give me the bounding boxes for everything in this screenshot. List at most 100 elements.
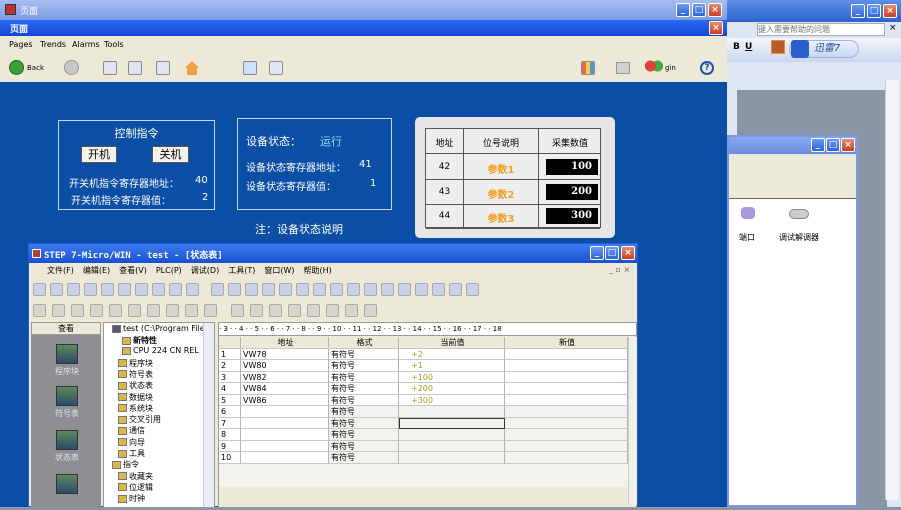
- toolbar-button-icon[interactable]: [296, 283, 309, 296]
- toolbar-button-icon[interactable]: [449, 283, 462, 296]
- port-icon[interactable]: [741, 207, 755, 219]
- toolbar-button-icon[interactable]: [152, 283, 165, 296]
- trend-icon[interactable]: [269, 61, 283, 75]
- minimize-button[interactable]: _: [851, 4, 865, 18]
- users-icon[interactable]: [645, 60, 663, 75]
- maximize-button[interactable]: □: [826, 138, 840, 152]
- tree-item[interactable]: 收藏夹: [110, 471, 153, 482]
- cell-address[interactable]: [241, 406, 329, 418]
- toolbar-button-icon[interactable]: [364, 283, 377, 296]
- toolbar-button-icon[interactable]: [326, 304, 339, 317]
- login-button[interactable]: gin: [665, 64, 676, 72]
- table-row[interactable]: 6 有符号: [219, 406, 628, 418]
- tree-item[interactable]: 交叉引用: [110, 414, 161, 425]
- print-icon[interactable]: [616, 62, 630, 74]
- cell-new[interactable]: [505, 417, 628, 429]
- toolbar-button-icon[interactable]: [204, 304, 217, 317]
- menu-tools[interactable]: Tools: [104, 40, 124, 49]
- cell-format[interactable]: 有符号: [329, 360, 399, 372]
- tree-root[interactable]: test (C:\Program File: [104, 324, 205, 333]
- cell-new[interactable]: [505, 360, 628, 372]
- toolbar-button-icon[interactable]: [313, 283, 326, 296]
- cell-format[interactable]: 有符号: [329, 383, 399, 395]
- toolbar-button-icon[interactable]: [84, 283, 97, 296]
- toolbar-button-icon[interactable]: [228, 283, 241, 296]
- table-row[interactable]: 5 VW86 有符号 +300: [219, 394, 628, 406]
- grid-scrollbar[interactable]: [628, 337, 637, 505]
- sidebar-item-program[interactable]: 程序块: [39, 344, 95, 377]
- cell-new[interactable]: [505, 406, 628, 418]
- tree-item[interactable]: 工具: [110, 448, 145, 459]
- toolbar-button-icon[interactable]: [432, 283, 445, 296]
- table-row[interactable]: 7 有符号: [219, 417, 628, 429]
- toolbar-button-icon[interactable]: [288, 304, 301, 317]
- menu-item[interactable]: 查看(V): [119, 266, 147, 275]
- toolbar-button-icon[interactable]: [71, 304, 84, 317]
- menu-item[interactable]: 帮助(H): [304, 266, 332, 275]
- toolbar-button-icon[interactable]: [101, 283, 114, 296]
- cell-format[interactable]: 有符号: [329, 417, 399, 429]
- forward-icon[interactable]: [64, 60, 79, 75]
- toolbar-button-icon[interactable]: [231, 304, 244, 317]
- underline-icon[interactable]: U: [745, 42, 752, 52]
- modem-icon[interactable]: [789, 209, 809, 219]
- cell-new[interactable]: [505, 440, 628, 452]
- highlight-icon[interactable]: [771, 40, 785, 54]
- menu-item[interactable]: 窗口(W): [264, 266, 294, 275]
- toolbar-button-icon[interactable]: [381, 283, 394, 296]
- close-button[interactable]: ×: [883, 4, 897, 18]
- minimize-button[interactable]: _: [811, 138, 825, 152]
- table-row[interactable]: 1 VW78 有符号 +2: [219, 348, 628, 360]
- toolbar-button-icon[interactable]: [398, 283, 411, 296]
- cell-address[interactable]: VW80: [241, 360, 329, 372]
- table-row[interactable]: 9 有符号: [219, 440, 628, 452]
- tree-item[interactable]: CPU 224 CN REL: [114, 346, 199, 355]
- back-button[interactable]: Back: [27, 64, 44, 72]
- minimize-button[interactable]: _: [676, 3, 690, 17]
- toolbar-button-icon[interactable]: [330, 283, 343, 296]
- toolbar-button-icon[interactable]: [128, 304, 141, 317]
- sidebar-header[interactable]: 查看: [31, 322, 101, 335]
- toolbar-button-icon[interactable]: [211, 283, 224, 296]
- table-row[interactable]: 4 VW84 有符号 +200: [219, 383, 628, 395]
- cell-new[interactable]: [505, 348, 628, 360]
- maximize-button[interactable]: □: [605, 246, 619, 260]
- toolbar-button-icon[interactable]: [345, 304, 358, 317]
- toolbar-button-icon[interactable]: [166, 304, 179, 317]
- tree-item[interactable]: 通信: [110, 425, 145, 436]
- sidebar-item-symbol[interactable]: 符号表: [39, 386, 95, 419]
- cell-format[interactable]: 有符号: [329, 440, 399, 452]
- cell-format[interactable]: 有符号: [329, 452, 399, 464]
- sidebar-item-more[interactable]: [39, 474, 95, 496]
- cell-new[interactable]: [505, 429, 628, 441]
- toolbar-button-icon[interactable]: [245, 283, 258, 296]
- toolbar-button-icon[interactable]: [90, 304, 103, 317]
- close-page-button[interactable]: ×: [709, 21, 723, 35]
- menu-item[interactable]: 编辑(E): [83, 266, 110, 275]
- sidebar-item-status[interactable]: 状态表: [39, 430, 95, 463]
- toolbar-button-icon[interactable]: [262, 283, 275, 296]
- tree-item[interactable]: 程序块: [110, 358, 153, 369]
- toolbar-button-icon[interactable]: [135, 283, 148, 296]
- toolbar-button-icon[interactable]: [185, 304, 198, 317]
- start-button[interactable]: 开机: [81, 146, 117, 163]
- maximize-button[interactable]: □: [867, 4, 881, 18]
- toolbar-button-icon[interactable]: [147, 304, 160, 317]
- cell-address[interactable]: [241, 440, 329, 452]
- table-row[interactable]: 10 有符号: [219, 452, 628, 464]
- tree-item[interactable]: 指令: [104, 459, 139, 470]
- cell-address[interactable]: [241, 429, 329, 441]
- cell-address[interactable]: [241, 452, 329, 464]
- menu-trends[interactable]: Trends: [40, 40, 66, 49]
- stop-icon[interactable]: [128, 61, 142, 75]
- window-icon[interactable]: [243, 61, 257, 75]
- cell-address[interactable]: [241, 417, 329, 429]
- close-button[interactable]: ×: [621, 246, 635, 260]
- cell-new[interactable]: [505, 371, 628, 383]
- tree-item[interactable]: 符号表: [110, 369, 153, 380]
- toolbar-button-icon[interactable]: [250, 304, 263, 317]
- bold-icon[interactable]: B: [733, 42, 740, 52]
- close-button[interactable]: ×: [841, 138, 855, 152]
- tree-item[interactable]: 新特性: [114, 335, 157, 346]
- tree-item[interactable]: 状态表: [110, 380, 153, 391]
